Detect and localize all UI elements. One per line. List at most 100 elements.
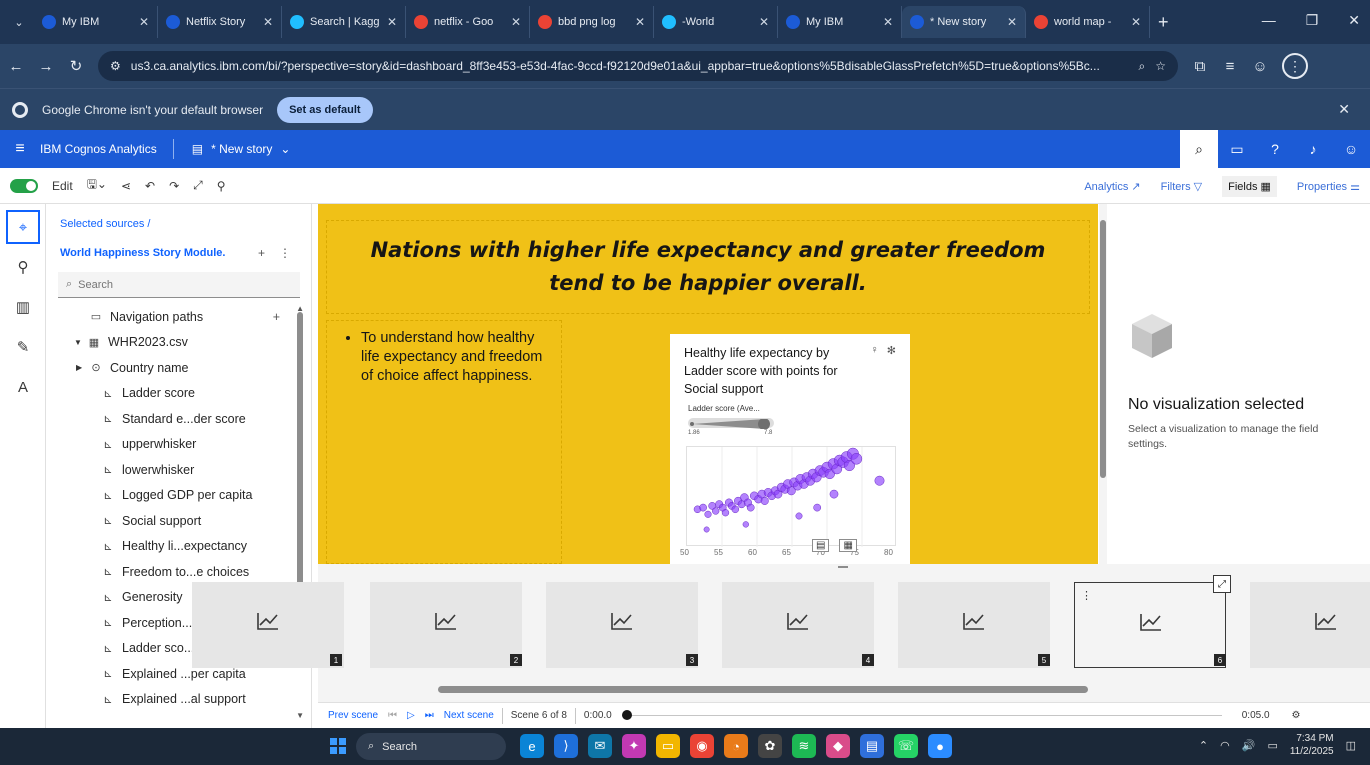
prev-scene-button[interactable]: Prev scene bbox=[328, 710, 378, 721]
taskbar-search[interactable]: ⌕ Search bbox=[356, 733, 506, 760]
zoom-icon[interactable]: ⌕ bbox=[1139, 59, 1146, 74]
timeline-slider[interactable] bbox=[621, 710, 1222, 720]
browser-tab[interactable]: netflix - Goo ✕ bbox=[406, 6, 530, 38]
scene-menu-icon[interactable]: ⋮ bbox=[1081, 589, 1092, 602]
scatter-point[interactable] bbox=[746, 503, 755, 512]
user-avatar-icon[interactable]: ☺ bbox=[1332, 130, 1370, 168]
table-view-icon[interactable]: ▦ bbox=[839, 539, 857, 552]
bulb-icon[interactable]: ♀ bbox=[871, 344, 879, 357]
scene-thumbnail[interactable]: ⋮ ⤢ bbox=[1074, 575, 1231, 668]
copilot-icon[interactable]: ✦ bbox=[622, 734, 646, 758]
plot-area[interactable] bbox=[686, 446, 896, 547]
story-canvas[interactable]: Nations with higher life expectancy and … bbox=[318, 204, 1098, 564]
selected-sources-breadcrumb[interactable]: Selected sources / bbox=[60, 218, 151, 230]
tree-item[interactable]: ⊾ upperwhisker bbox=[46, 432, 296, 458]
edit-toggle[interactable] bbox=[10, 178, 38, 193]
browser-tab[interactable]: Netflix Story ✕ bbox=[158, 6, 282, 38]
tree-item[interactable]: ⊾ Ladder score bbox=[46, 381, 296, 407]
analytics-tab[interactable]: Analytics ↗ bbox=[1084, 180, 1140, 193]
tab-close-icon[interactable]: ✕ bbox=[1131, 15, 1141, 29]
expand-icon[interactable]: ⤢ bbox=[193, 178, 203, 193]
more-options-icon[interactable]: ⋮ bbox=[279, 246, 291, 260]
fields-tab[interactable]: Fields ▦ bbox=[1222, 175, 1277, 197]
source-search-input[interactable] bbox=[78, 278, 279, 291]
chatgpt-icon[interactable]: ✿ bbox=[758, 734, 782, 758]
chrome-menu-icon[interactable]: ⋮ bbox=[1282, 53, 1308, 79]
scatter-point[interactable] bbox=[712, 507, 720, 515]
browser-tab[interactable]: * New story ✕ bbox=[902, 6, 1026, 38]
undo-icon[interactable]: ↶ bbox=[145, 179, 155, 193]
scatter-point[interactable] bbox=[795, 512, 803, 520]
data-sources-icon[interactable]: ⌖ bbox=[6, 210, 40, 244]
settings-icon[interactable]: ✻ bbox=[887, 344, 896, 357]
close-window-button[interactable]: ✕ bbox=[1348, 12, 1360, 29]
story-title-dropdown[interactable]: ▤ * New story ⌄ bbox=[192, 142, 291, 156]
scatter-point[interactable] bbox=[813, 503, 822, 512]
file-explorer-icon[interactable]: ▭ bbox=[656, 734, 680, 758]
app-icon-3[interactable]: ● bbox=[928, 734, 952, 758]
timeline-settings-icon[interactable]: ⚙ bbox=[1292, 710, 1301, 721]
skip-back-icon[interactable]: ⏮ bbox=[388, 710, 397, 721]
source-search-field[interactable]: ⌕ bbox=[58, 272, 300, 298]
scene-thumbnail[interactable] bbox=[370, 582, 522, 668]
canvas-scroll-thumb[interactable] bbox=[1100, 220, 1106, 478]
browser-tab[interactable]: Search | Kagg ✕ bbox=[282, 6, 406, 38]
browser-tab[interactable]: My IBM ✕ bbox=[34, 6, 158, 38]
back-icon[interactable]: ← bbox=[8, 58, 24, 75]
tree-item[interactable]: ⊾ Explained ...al support bbox=[46, 687, 296, 713]
minimize-button[interactable]: — bbox=[1262, 12, 1276, 29]
pin-icon[interactable]: ⚲ bbox=[217, 179, 226, 193]
tab-close-icon[interactable]: ✕ bbox=[635, 15, 645, 29]
scatter-visualization[interactable]: Healthy life expectancy by Ladder score … bbox=[670, 334, 910, 564]
blender-icon[interactable]: ◔ bbox=[724, 734, 748, 758]
wifi-icon[interactable]: ◠ bbox=[1220, 739, 1230, 752]
scatter-point[interactable] bbox=[850, 453, 863, 465]
tab-close-icon[interactable]: ✕ bbox=[263, 15, 273, 29]
canvas-scrollbar[interactable] bbox=[1099, 204, 1107, 564]
scene-thumbnail[interactable] bbox=[722, 582, 874, 668]
browser-tab[interactable]: bbd png log ✕ bbox=[530, 6, 654, 38]
forward-icon[interactable]: → bbox=[38, 58, 54, 75]
widgets-icon[interactable]: ✎ bbox=[6, 330, 40, 364]
volume-icon[interactable]: 🔊 bbox=[1242, 739, 1256, 752]
chart-view-icon[interactable]: ▤ bbox=[812, 539, 830, 552]
expand-scene-icon[interactable]: ⤢ bbox=[1213, 575, 1231, 593]
tree-item[interactable]: ⊾ Logged GDP per capita bbox=[46, 483, 296, 509]
edge-icon[interactable]: e bbox=[520, 734, 544, 758]
scatter-point[interactable] bbox=[874, 475, 885, 486]
source-scrollbar[interactable] bbox=[297, 312, 303, 612]
scene-strip-scrollbar[interactable] bbox=[438, 686, 1088, 693]
scatter-point[interactable] bbox=[742, 521, 749, 528]
new-tab-button[interactable]: + bbox=[1158, 12, 1169, 33]
tree-item[interactable]: ⊾ Healthy li...expectancy bbox=[46, 534, 296, 560]
tree-item[interactable]: ⊾ lowerwhisker bbox=[46, 457, 296, 483]
visualizations-icon[interactable]: ▥ bbox=[6, 290, 40, 324]
extensions-icon[interactable]: ⧉ bbox=[1192, 58, 1208, 75]
scatter-point[interactable] bbox=[703, 526, 710, 533]
profile-avatar-icon[interactable]: ☺ bbox=[1252, 58, 1268, 75]
scroll-down-icon[interactable]: ▼ bbox=[296, 711, 304, 720]
tree-item[interactable]: ⊾ Social support bbox=[46, 508, 296, 534]
bookmark-star-icon[interactable]: ☆ bbox=[1155, 59, 1166, 73]
scatter-point[interactable] bbox=[829, 489, 839, 499]
spotify-icon[interactable]: ≋ bbox=[792, 734, 816, 758]
scene-thumbnail[interactable] bbox=[192, 582, 344, 668]
tab-close-icon[interactable]: ✕ bbox=[511, 15, 521, 29]
tree-item[interactable]: ⊾ Freedom to...e choices bbox=[46, 559, 296, 585]
scene-thumbnail[interactable] bbox=[1250, 582, 1370, 668]
strip-resize-handle[interactable] bbox=[838, 566, 848, 568]
expand-caret-icon[interactable]: ▼ bbox=[74, 338, 86, 347]
tree-item[interactable]: ⊾ Standard e...der score bbox=[46, 406, 296, 432]
add-icon[interactable]: + bbox=[273, 310, 280, 324]
browser-tab[interactable]: My IBM ✕ bbox=[778, 6, 902, 38]
tab-search-button[interactable]: ⌄ bbox=[4, 7, 34, 37]
tab-close-icon[interactable]: ✕ bbox=[1007, 15, 1017, 29]
properties-tab[interactable]: Properties ⚌ bbox=[1297, 180, 1360, 193]
scene-thumbnail[interactable] bbox=[546, 582, 698, 668]
skip-forward-icon[interactable]: ⏭ bbox=[425, 710, 434, 721]
browser-tab[interactable]: -World ✕ bbox=[654, 6, 778, 38]
expand-caret-icon[interactable]: ▶ bbox=[76, 363, 88, 372]
save-icon[interactable]: 🖫⌄ bbox=[87, 175, 107, 196]
app-icon-2[interactable]: ▤ bbox=[860, 734, 884, 758]
reading-list-icon[interactable]: ≡ bbox=[1222, 58, 1238, 75]
